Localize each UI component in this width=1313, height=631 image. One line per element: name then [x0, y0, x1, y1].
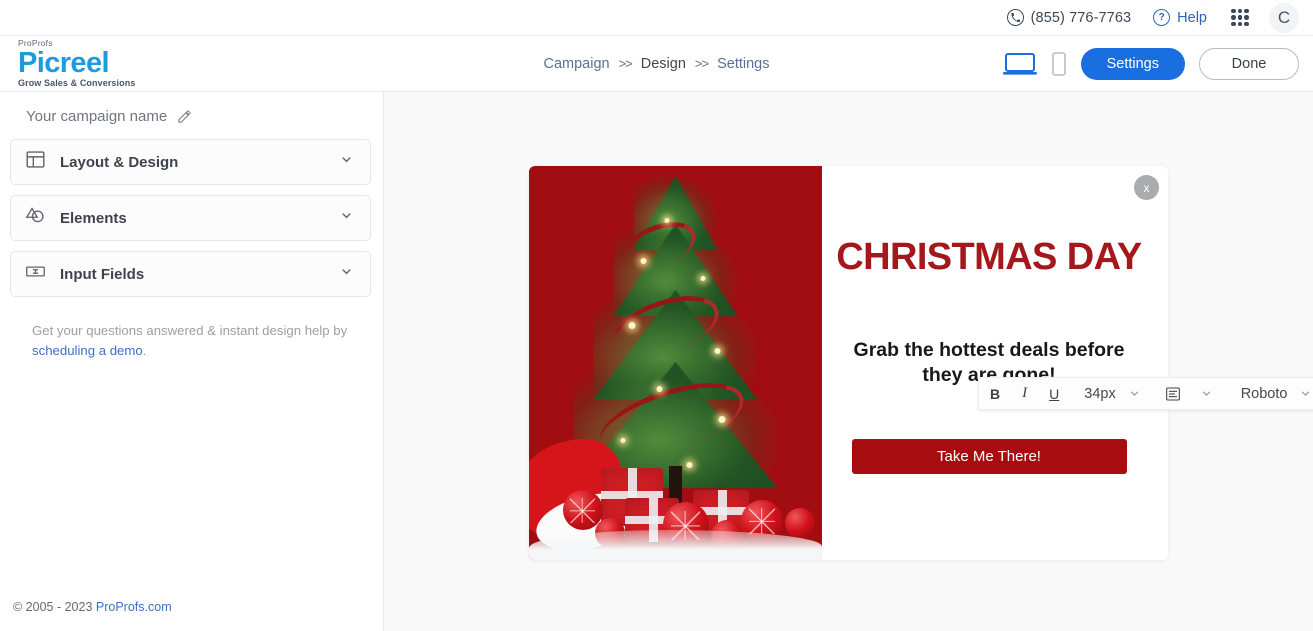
- chevron-down-icon[interactable]: [339, 264, 354, 284]
- align-chevron-down-icon[interactable]: [1192, 387, 1221, 400]
- sidebar-item-input-fields[interactable]: Input Fields: [10, 251, 371, 297]
- avatar[interactable]: C: [1269, 2, 1299, 33]
- sidebar-help-block: Get your questions answered & instant de…: [0, 307, 383, 362]
- breadcrumb-item-design[interactable]: Design: [641, 56, 686, 72]
- utility-bar: (855) 776-7763 ? Help C: [0, 0, 1313, 36]
- sidebar-item-label: Input Fields: [60, 265, 145, 283]
- gifts-graphic: [529, 429, 822, 560]
- help-period: .: [142, 343, 147, 359]
- settings-button[interactable]: Settings: [1080, 47, 1185, 80]
- desktop-monitor-icon[interactable]: [1002, 52, 1037, 76]
- popup-preview: x CHRISTMAS DAY Grab the hottest deals b…: [529, 166, 1168, 560]
- apps-grid-icon[interactable]: [1231, 8, 1249, 27]
- avatar-initial: C: [1277, 7, 1291, 27]
- help-text: Get your questions answered & instant de…: [32, 323, 348, 338]
- sidebar-item-layout-design[interactable]: Layout & Design: [10, 139, 371, 185]
- close-icon[interactable]: x: [1134, 175, 1159, 200]
- pencil-icon[interactable]: [177, 109, 192, 124]
- campaign-name-field[interactable]: Your campaign name: [0, 92, 383, 139]
- italic-button[interactable]: I: [1011, 378, 1038, 409]
- brand-name: Picreel: [18, 46, 110, 79]
- help-link[interactable]: ? Help: [1153, 9, 1207, 26]
- text-input-icon: [25, 261, 46, 287]
- brand-tagline: Grow Sales & Conversions: [18, 77, 136, 88]
- mobile-phone-icon[interactable]: [1051, 51, 1067, 76]
- christmas-tree-with-gifts-image[interactable]: [529, 166, 822, 560]
- copyright-text: © 2005 - 2023: [13, 600, 96, 614]
- app-header: ProProfs Picreel Grow Sales & Conversion…: [0, 36, 1313, 92]
- phone-icon: [1006, 9, 1024, 26]
- font-size-chevron-down-icon[interactable]: [1120, 387, 1149, 400]
- sidebar-item-elements[interactable]: Elements: [10, 195, 371, 241]
- footer-copyright: © 2005 - 2023 ProProfs.com: [13, 600, 172, 614]
- sidebar: Your campaign name Layout & Design Eleme…: [0, 92, 384, 631]
- header-actions: Settings Done: [1002, 47, 1313, 80]
- breadcrumb-item-settings[interactable]: Settings: [717, 56, 769, 72]
- chevron-down-icon[interactable]: [339, 208, 354, 228]
- sidebar-item-label: Layout & Design: [60, 153, 179, 171]
- breadcrumb-separator: >>: [694, 56, 709, 71]
- sidebar-item-label: Elements: [60, 209, 127, 227]
- phone-number: (855) 776-7763: [1030, 9, 1132, 26]
- chevron-down-icon[interactable]: [339, 152, 354, 172]
- text-align-icon[interactable]: [1149, 378, 1192, 409]
- text-format-toolbar: B I U 34px Roboto A: [978, 377, 1313, 410]
- shapes-icon: [25, 205, 46, 231]
- breadcrumb-separator: >>: [618, 56, 633, 71]
- brand-logo[interactable]: ProProfs Picreel Grow Sales & Conversion…: [0, 39, 384, 88]
- font-family-value[interactable]: Roboto: [1221, 386, 1292, 402]
- popup-headline[interactable]: CHRISTMAS DAY: [836, 238, 1142, 276]
- breadcrumb: Campaign >> Design >> Settings: [543, 56, 769, 72]
- font-family-chevron-down-icon[interactable]: [1291, 387, 1313, 400]
- underline-button[interactable]: U: [1038, 378, 1070, 409]
- popup-content: x CHRISTMAS DAY Grab the hottest deals b…: [822, 166, 1168, 560]
- proprofs-link[interactable]: ProProfs.com: [96, 600, 172, 614]
- layout-grid-icon: [25, 149, 46, 175]
- campaign-name-placeholder: Your campaign name: [26, 108, 168, 125]
- help-label: Help: [1177, 9, 1207, 26]
- font-size-value[interactable]: 34px: [1070, 386, 1119, 402]
- body: Your campaign name Layout & Design Eleme…: [0, 92, 1313, 631]
- done-button[interactable]: Done: [1199, 47, 1299, 80]
- cta-button[interactable]: Take Me There!: [851, 438, 1127, 474]
- bold-button[interactable]: B: [979, 378, 1011, 409]
- design-canvas: x CHRISTMAS DAY Grab the hottest deals b…: [384, 92, 1313, 631]
- question-mark-icon: ?: [1153, 9, 1171, 26]
- schedule-demo-link[interactable]: scheduling a demo: [32, 343, 143, 358]
- breadcrumb-item-campaign[interactable]: Campaign: [543, 56, 609, 72]
- phone-contact[interactable]: (855) 776-7763: [1006, 9, 1132, 26]
